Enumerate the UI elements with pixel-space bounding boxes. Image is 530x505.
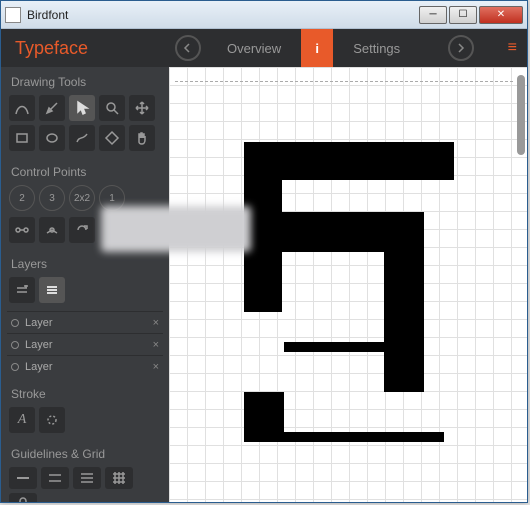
control-points-title: Control Points [1, 157, 169, 185]
window-controls: ─ ☐ ✕ [419, 6, 523, 24]
cp-option-2x2[interactable]: 2x2 [69, 185, 95, 211]
titlebar: Birdfont ─ ☐ ✕ [1, 1, 527, 29]
layer-list: Layer × Layer × Layer × [1, 309, 169, 379]
tab-active-glyph[interactable]: i [301, 29, 333, 67]
window-frame: Birdfont ─ ☐ ✕ Typeface Overview i Setti… [0, 0, 528, 503]
top-guideline [175, 81, 513, 82]
lock-guides[interactable] [9, 493, 37, 502]
layer-name: Layer [25, 361, 147, 373]
close-button[interactable]: ✕ [479, 6, 523, 24]
glyph-path[interactable] [244, 142, 454, 447]
triple-guide[interactable] [73, 467, 101, 489]
drawing-tools-grid [1, 95, 169, 157]
chevron-right-icon [456, 43, 466, 53]
convert-point-tool[interactable] [69, 217, 95, 243]
guideline-tools [1, 467, 169, 502]
window-title: Birdfont [27, 8, 419, 22]
ellipse-tool[interactable] [39, 125, 65, 151]
body: Drawing Tools Control Points 2 3 2x2 1 [1, 67, 527, 502]
shape-tool[interactable] [99, 125, 125, 151]
layer-row[interactable]: Layer × [7, 355, 163, 377]
pointer-tool[interactable] [69, 95, 95, 121]
visibility-toggle[interactable] [11, 319, 19, 327]
tab-overview[interactable]: Overview [207, 29, 301, 67]
delete-layer-button[interactable]: × [153, 317, 159, 329]
menu-icon[interactable]: ≡ [508, 39, 517, 57]
zoom-tool[interactable] [99, 95, 125, 121]
delete-layer-button[interactable]: × [153, 361, 159, 373]
hand-tool[interactable] [129, 125, 155, 151]
freehand-tool[interactable] [69, 125, 95, 151]
layer-name: Layer [25, 317, 147, 329]
layers-title: Layers [1, 249, 169, 277]
stroke-width-tool[interactable] [39, 407, 65, 433]
minimize-button[interactable]: ─ [419, 6, 447, 24]
baseline-guide[interactable] [9, 467, 37, 489]
maximize-button[interactable]: ☐ [449, 6, 477, 24]
canvas[interactable] [169, 67, 527, 502]
delete-layer-button[interactable]: × [153, 339, 159, 351]
rectangle-tool[interactable] [9, 125, 35, 151]
drawing-tools-title: Drawing Tools [1, 67, 169, 95]
stroke-title: Stroke [1, 379, 169, 407]
cp-option-2[interactable]: 2 [9, 185, 35, 211]
chevron-left-icon [183, 43, 193, 53]
visibility-toggle[interactable] [11, 341, 19, 349]
app-icon [5, 7, 21, 23]
typeface-label[interactable]: Typeface [1, 38, 169, 59]
grid-toggle[interactable] [105, 467, 133, 489]
layer-name: Layer [25, 339, 147, 351]
topbar: Typeface Overview i Settings ≡ [1, 29, 527, 67]
bezier-tool[interactable] [9, 95, 35, 121]
vertical-scrollbar[interactable] [517, 75, 525, 155]
symmetric-handles-tool[interactable] [39, 217, 65, 243]
nav-back-button[interactable] [175, 35, 201, 61]
layer-row[interactable]: Layer × [7, 311, 163, 333]
pen-tool[interactable] [39, 95, 65, 121]
layer-stack-button[interactable] [39, 277, 65, 303]
stroke-toggle[interactable]: A [9, 407, 35, 433]
blurred-region [101, 206, 251, 252]
nav-forward-button[interactable] [448, 35, 474, 61]
xheight-guide[interactable] [41, 467, 69, 489]
tie-handles-tool[interactable] [9, 217, 35, 243]
tab-settings[interactable]: Settings [333, 29, 420, 67]
layer-view-toggles [1, 277, 169, 309]
guidelines-title: Guidelines & Grid [1, 439, 169, 467]
visibility-toggle[interactable] [11, 363, 19, 371]
cp-option-3[interactable]: 3 [39, 185, 65, 211]
sidebar: Drawing Tools Control Points 2 3 2x2 1 [1, 67, 169, 502]
stroke-tools: A [1, 407, 169, 439]
add-layer-button[interactable] [9, 277, 35, 303]
move-tool[interactable] [129, 95, 155, 121]
layer-row[interactable]: Layer × [7, 333, 163, 355]
